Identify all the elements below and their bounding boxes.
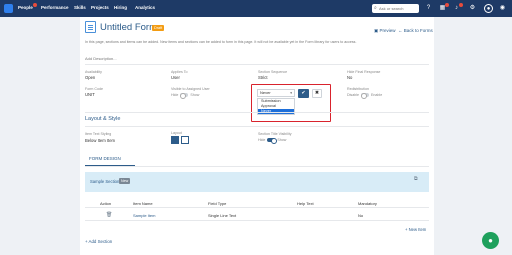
item-text-styling-label: Item Text Styling xyxy=(85,132,112,136)
table-divider xyxy=(85,207,429,208)
hide-final-response-value[interactable]: No xyxy=(347,75,352,80)
column-header-action: Action xyxy=(100,201,112,206)
section-badge: New xyxy=(119,178,131,184)
section-sequence-value[interactable]: Strict xyxy=(258,75,268,80)
divider xyxy=(85,64,429,65)
divider xyxy=(85,126,429,127)
nav-projects[interactable]: Projects xyxy=(91,5,109,10)
chat-icon[interactable]: ● xyxy=(482,232,499,249)
section-name[interactable]: Sample Section xyxy=(90,179,119,184)
toggle-on-label: Show xyxy=(190,93,200,97)
column-header-help-text: Help Text xyxy=(297,201,314,206)
section-title-visibility-label: Section Title Visibility xyxy=(258,132,292,136)
back-label: Back to Forms xyxy=(403,28,433,33)
item-name-cell[interactable]: Sample Item xyxy=(133,213,155,218)
visible-assigned-toggle-row: Hide Show xyxy=(171,93,200,100)
layout-label: Layout xyxy=(171,131,182,135)
tab-form-design[interactable]: FORM DESIGN xyxy=(85,156,121,161)
divider xyxy=(85,166,429,167)
toggle-on-label: Show xyxy=(277,138,287,142)
settings-icon[interactable]: ⚙ xyxy=(468,4,477,13)
page-title[interactable]: Untitled Form xyxy=(100,22,157,33)
notification-dot xyxy=(32,3,37,7)
help-icon[interactable]: ? xyxy=(424,4,433,13)
preview-link[interactable]: ▣ Preview xyxy=(374,28,396,34)
search-box[interactable]: ⌕ xyxy=(372,4,419,13)
close-icon: ✖ xyxy=(314,90,320,96)
layout-style-heading: Layout & Style xyxy=(85,116,121,122)
redistribution-toggle-row: Disable Enable xyxy=(347,93,383,100)
toggle-on-label: Enable xyxy=(371,93,383,97)
toggle-off-label: Disable xyxy=(347,93,359,97)
tab-form-design-label: FORM DESIGN xyxy=(89,156,121,161)
field-type-cell: Single Line Text xyxy=(208,213,237,218)
form-icon xyxy=(85,21,96,33)
mandatory-cell: No xyxy=(358,213,364,218)
apps-icon[interactable]: ◉ xyxy=(498,4,507,13)
applies-to-value[interactable]: User xyxy=(171,75,180,80)
new-item-button[interactable]: + New Item xyxy=(405,227,426,232)
add-section-button[interactable]: + Add Section xyxy=(85,239,112,244)
back-to-forms-link[interactable]: ← Back to Forms xyxy=(398,28,433,33)
nav-people[interactable]: People xyxy=(18,3,37,10)
preview-label: Preview xyxy=(379,28,396,33)
confirm-button[interactable]: ✔ xyxy=(298,89,309,98)
availability-value[interactable]: Open xyxy=(85,75,95,80)
redistribution-toggle[interactable] xyxy=(361,93,369,100)
search-icon: ⌕ xyxy=(374,5,377,11)
nav-skills[interactable]: Skills xyxy=(74,5,86,10)
column-header-mandatory: Mandatory xyxy=(358,201,377,206)
chevron-down-icon: ▾ xyxy=(290,91,292,95)
table-divider xyxy=(85,220,429,221)
form-code-label: Form Code xyxy=(85,87,103,91)
column-header-field-type: Field Type xyxy=(208,201,227,206)
top-navigation: People Performance Skills Projects Hirin… xyxy=(0,0,512,17)
app-logo[interactable] xyxy=(4,4,13,13)
nav-people-label: People xyxy=(18,5,33,10)
form-code-value[interactable]: UNIT xyxy=(85,92,95,97)
toggle-off-label: Hide xyxy=(258,138,266,142)
availability-label: Availability xyxy=(85,70,102,74)
nav-performance[interactable]: Performance xyxy=(41,5,69,10)
layout-option-grid-icon[interactable] xyxy=(181,136,189,144)
layout-selector xyxy=(171,136,189,144)
check-icon: ✔ xyxy=(301,90,306,96)
calendar-icon[interactable]: ▦ xyxy=(438,3,449,13)
trash-icon[interactable]: 🗑 xyxy=(106,212,112,218)
divider xyxy=(85,112,429,113)
user-avatar-icon[interactable]: ● xyxy=(484,4,493,13)
redistribution-label: Redistribution xyxy=(347,87,369,91)
hide-final-response-label: Hide Final Response xyxy=(347,70,381,74)
section-title-toggle-row: Hide Show xyxy=(258,138,287,145)
search-input[interactable] xyxy=(379,5,417,12)
visible-assigned-label: Visible to Assigned User xyxy=(171,87,210,91)
layout-option-single-icon[interactable] xyxy=(171,136,179,144)
toggle-off-label: Hide xyxy=(171,93,179,97)
nav-hiring[interactable]: Hiring xyxy=(114,5,127,10)
visible-assigned-toggle[interactable] xyxy=(180,93,189,100)
hide-final-response-select[interactable]: Never ▾ xyxy=(257,89,295,97)
cancel-button[interactable]: ✖ xyxy=(312,89,322,98)
item-text-styling-value[interactable]: Below Item Item xyxy=(85,138,115,143)
notification-badge xyxy=(459,3,463,7)
section-title-toggle[interactable] xyxy=(267,138,278,145)
add-description-field[interactable]: Add Description... xyxy=(85,56,117,61)
status-badge: Draft xyxy=(152,25,165,31)
applies-to-label: Applies To xyxy=(171,70,188,74)
page-description: In this page, sections and items can be … xyxy=(85,40,357,44)
external-edit-icon[interactable]: ⧉ xyxy=(414,176,418,182)
section-sequence-label: Section Sequence xyxy=(258,70,288,74)
select-value: Never xyxy=(260,90,271,95)
section-panel[interactable] xyxy=(85,172,429,192)
notification-badge xyxy=(445,3,449,7)
column-header-item-name: Item Name xyxy=(133,201,153,206)
nav-analytics[interactable]: Analytics xyxy=(135,5,155,10)
bell-icon[interactable]: ♪ xyxy=(452,3,463,13)
